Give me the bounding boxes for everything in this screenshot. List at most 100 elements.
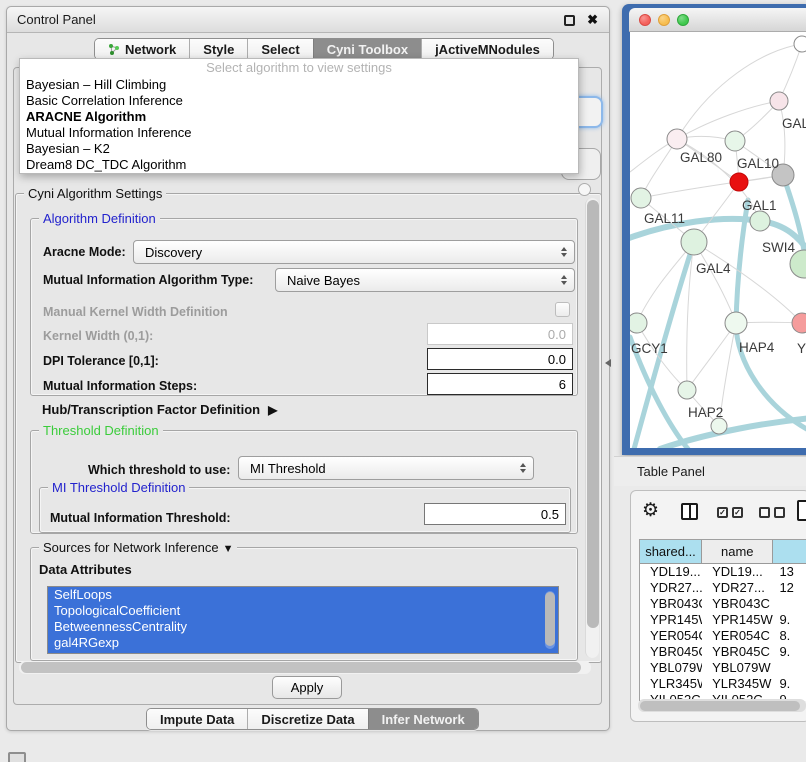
network-node[interactable] bbox=[681, 229, 707, 255]
sources-for-network-inference-group: Sources for Network Inference▼ Data Attr… bbox=[30, 547, 578, 661]
cyni-algorithm-settings-group: Cyni Algorithm Settings Algorithm Defini… bbox=[15, 193, 602, 663]
kernel-width-label: Kernel Width (0,1): bbox=[43, 327, 153, 345]
zoom-button[interactable] bbox=[677, 14, 689, 26]
kernel-width-field[interactable]: 0.0 bbox=[427, 323, 573, 345]
hub-definition-label: Hub/Transcription Factor Definition bbox=[42, 402, 260, 417]
network-node[interactable] bbox=[725, 131, 745, 151]
tab-impute-data[interactable]: Impute Data bbox=[147, 709, 247, 729]
apply-button[interactable]: Apply bbox=[272, 676, 342, 699]
divider bbox=[689, 505, 691, 518]
attribute-item-topologicalcoefficient[interactable]: TopologicalCoefficient bbox=[48, 603, 558, 619]
network-edge[interactable] bbox=[641, 175, 783, 198]
hub-definition-expander[interactable]: Hub/Transcription Factor Definition▶ bbox=[42, 402, 277, 417]
network-view-canvas[interactable]: GALGAL80GAL10GAL1GAL11SWI4GAL4GCY1HAP4YH… bbox=[630, 32, 806, 448]
dropdown-item-mutual-information-inference[interactable]: Mutual Information Inference bbox=[20, 125, 578, 141]
minimize-button[interactable] bbox=[658, 14, 670, 26]
aracne-mode-select[interactable]: Discovery bbox=[133, 240, 575, 264]
network-window-titlebar[interactable] bbox=[629, 8, 806, 32]
manual-kernel-width-checkbox[interactable] bbox=[555, 302, 570, 317]
mi-steps-field[interactable]: 6 bbox=[427, 373, 573, 395]
table-row[interactable]: YPR145WYPR145W9. bbox=[640, 612, 806, 628]
scrollbar-thumb[interactable] bbox=[21, 662, 581, 673]
unselect-all-columns-icon[interactable] bbox=[759, 507, 785, 518]
node-label-gcy1: GCY1 bbox=[631, 341, 668, 356]
column-header-shared[interactable]: shared... bbox=[640, 540, 702, 564]
new-table-icon[interactable] bbox=[797, 500, 806, 521]
mi-threshold-definition-title: MI Threshold Definition bbox=[48, 480, 189, 495]
node-label-y: Y bbox=[797, 341, 806, 356]
close-button[interactable] bbox=[639, 14, 651, 26]
control-panel: Control Panel ✖ NetworkStyleSelect Cyni T… bbox=[6, 6, 610, 731]
network-node[interactable] bbox=[630, 313, 647, 333]
table-header-row: shared...name bbox=[640, 540, 806, 564]
data-attributes-list[interactable]: SelfLoopsTopologicalCoefficientBetweenne… bbox=[47, 586, 559, 654]
control-panel-title: Control Panel bbox=[17, 7, 96, 33]
network-node[interactable] bbox=[770, 92, 788, 110]
table-row[interactable]: YBR045CYBR045C9. bbox=[640, 644, 806, 660]
float-panel-icon[interactable] bbox=[564, 15, 575, 26]
network-node[interactable] bbox=[711, 418, 727, 434]
table-row[interactable]: YDR27...YDR27...12 bbox=[640, 580, 806, 596]
tab-cyni-toolbox[interactable]: Cyni Toolbox bbox=[313, 39, 421, 59]
network-node[interactable] bbox=[794, 36, 806, 52]
mi-threshold-field[interactable]: 0.5 bbox=[424, 503, 566, 525]
table-horizontal-scrollbar[interactable] bbox=[638, 699, 806, 712]
settings-gear-icon[interactable]: ⚙ bbox=[642, 499, 659, 522]
application-window: Control Panel ✖ NetworkStyleSelect Cyni T… bbox=[0, 0, 806, 762]
table-cell: YPR145W bbox=[702, 612, 773, 628]
table-row[interactable]: YBR043CYBR043C bbox=[640, 596, 806, 612]
scrollbar-thumb[interactable] bbox=[640, 701, 800, 711]
select-all-columns-icon[interactable]: ✓✓ bbox=[717, 507, 743, 518]
split-columns-icon[interactable] bbox=[681, 503, 698, 520]
tab-label: Cyni Toolbox bbox=[327, 42, 408, 57]
dpi-tolerance-field[interactable]: 0.0 bbox=[427, 348, 573, 370]
network-node[interactable] bbox=[792, 313, 806, 333]
table-row[interactable]: YBL079WYBL079W bbox=[640, 660, 806, 676]
tab-jactivemnodules[interactable]: jActiveMNodules bbox=[421, 39, 553, 59]
minimized-panel-icon[interactable] bbox=[8, 752, 26, 762]
tab-style[interactable]: Style bbox=[189, 39, 247, 59]
expanded-arrow-icon[interactable]: ▼ bbox=[223, 543, 234, 555]
network-node[interactable] bbox=[750, 211, 770, 231]
dropdown-item-dream8-dc-tdc-algorithm[interactable]: Dream8 DC_TDC Algorithm bbox=[20, 157, 578, 173]
which-threshold-select[interactable]: MI Threshold bbox=[238, 456, 534, 480]
node-label-gal80: GAL80 bbox=[680, 150, 722, 165]
mi-algorithm-type-select[interactable]: Naive Bayes bbox=[275, 268, 575, 292]
attributes-list-scrollbar[interactable] bbox=[545, 591, 555, 649]
network-edge[interactable] bbox=[694, 242, 736, 323]
tab-infer-network[interactable]: Infer Network bbox=[368, 709, 478, 729]
network-node[interactable] bbox=[678, 381, 696, 399]
tab-network[interactable]: Network bbox=[95, 39, 189, 59]
dropdown-item-bayesian-k2[interactable]: Bayesian – K2 bbox=[20, 141, 578, 157]
network-node[interactable] bbox=[667, 129, 687, 149]
attribute-item-gal4rgexp[interactable]: gal4RGexp bbox=[48, 635, 558, 651]
attribute-item-selfloops[interactable]: SelfLoops bbox=[48, 587, 558, 603]
dropdown-item-bayesian-hill-climbing[interactable]: Bayesian – Hill Climbing bbox=[20, 77, 578, 93]
table-cell: YBL079W bbox=[702, 660, 773, 676]
table-row[interactable]: YER054CYER054C8. bbox=[640, 628, 806, 644]
network-node[interactable] bbox=[730, 173, 748, 191]
tab-discretize-data[interactable]: Discretize Data bbox=[247, 709, 367, 729]
network-node[interactable] bbox=[631, 188, 651, 208]
settings-horizontal-scrollbar[interactable] bbox=[19, 661, 591, 674]
table-row[interactable]: YLR345WYLR345W9. bbox=[640, 676, 806, 692]
dropdown-item-aracne-algorithm[interactable]: ARACNE Algorithm bbox=[20, 109, 578, 125]
aracne-mode-label: Aracne Mode: bbox=[43, 243, 126, 261]
dropdown-item-basic-correlation-inference[interactable]: Basic Correlation Inference bbox=[20, 93, 578, 109]
table-row[interactable]: YDL19...YDL19...13 bbox=[640, 564, 806, 580]
column-header-name[interactable]: name bbox=[702, 540, 773, 564]
tab-label: Impute Data bbox=[160, 712, 234, 727]
close-panel-icon[interactable]: ✖ bbox=[587, 12, 598, 28]
scrollbar-thumb[interactable] bbox=[545, 592, 555, 646]
mi-threshold-definition-group: MI Threshold Definition Mutual Informati… bbox=[39, 487, 571, 533]
column-header-item[interactable] bbox=[773, 540, 806, 564]
settings-vertical-scrollbar[interactable] bbox=[585, 198, 599, 658]
scrollbar-thumb[interactable] bbox=[587, 200, 599, 628]
network-edge[interactable] bbox=[687, 323, 736, 390]
table-cell bbox=[773, 660, 806, 676]
network-node[interactable] bbox=[725, 312, 747, 334]
node-table: shared...name YDL19...YDL19...13YDR27...… bbox=[639, 539, 806, 701]
tab-select[interactable]: Select bbox=[247, 39, 312, 59]
attribute-item-betweennesscentrality[interactable]: BetweennessCentrality bbox=[48, 619, 558, 635]
network-edge[interactable] bbox=[637, 242, 694, 323]
